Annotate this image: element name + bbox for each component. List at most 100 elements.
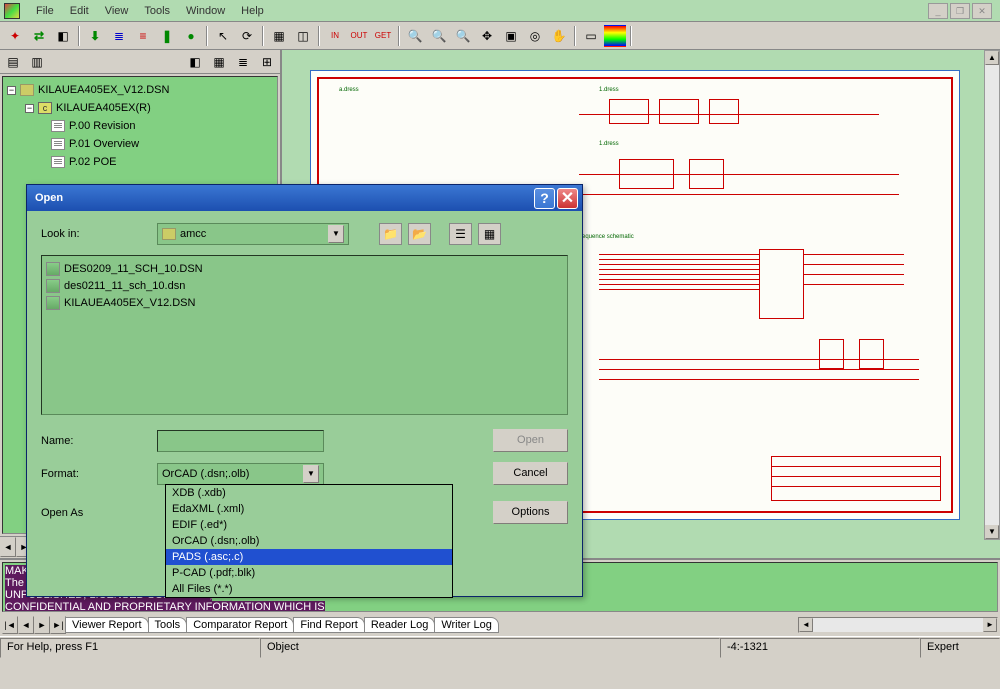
sidebar-tool-icon[interactable]: ≣ bbox=[232, 51, 254, 73]
dropdown-item[interactable]: XDB (.xdb) bbox=[166, 485, 452, 501]
log-hscrollbar[interactable]: ◄ ► bbox=[798, 617, 998, 633]
tab-first-icon[interactable]: |◄ bbox=[2, 616, 18, 634]
dropdown-item[interactable]: EdaXML (.xml) bbox=[166, 501, 452, 517]
tab-scroll-left[interactable]: ◄ bbox=[0, 537, 16, 557]
view-details-button[interactable]: ▦ bbox=[478, 223, 501, 245]
tree-root-label[interactable]: KILAUEA405EX_V12.DSN bbox=[38, 84, 169, 96]
file-item[interactable]: KILAUEA405EX_V12.DSN bbox=[46, 294, 563, 311]
up-folder-button[interactable]: 📁 bbox=[379, 223, 402, 245]
app-icon bbox=[4, 3, 20, 19]
open-button[interactable]: Open bbox=[493, 429, 568, 452]
zoom-out-icon[interactable]: 🔍 bbox=[428, 25, 450, 47]
sidebar-tool-icon[interactable]: ▤ bbox=[2, 51, 24, 73]
scroll-down-icon[interactable]: ▼ bbox=[985, 525, 999, 539]
grid-icon[interactable]: ▦ bbox=[268, 25, 290, 47]
sidebar-tool-icon[interactable]: ◧ bbox=[184, 51, 206, 73]
format-combo[interactable]: OrCAD (.dsn;.olb) ▼ bbox=[157, 463, 324, 485]
tab-writer-log[interactable]: Writer Log bbox=[434, 617, 499, 633]
collapse-icon[interactable]: − bbox=[25, 104, 34, 113]
look-in-combo[interactable]: amcc ▼ bbox=[157, 223, 349, 245]
cancel-button[interactable]: Cancel bbox=[493, 462, 568, 485]
zoom-fit-icon[interactable]: 🔍 bbox=[452, 25, 474, 47]
close-button[interactable]: ✕ bbox=[557, 188, 578, 209]
sch-annotation: 1.dress bbox=[599, 87, 619, 93]
tab-comparator-report[interactable]: Comparator Report bbox=[186, 617, 294, 633]
tab-reader-log[interactable]: Reader Log bbox=[364, 617, 436, 633]
maximize-button[interactable]: ❐ bbox=[950, 3, 970, 19]
tab-find-report[interactable]: Find Report bbox=[293, 617, 364, 633]
menu-file[interactable]: File bbox=[28, 3, 62, 19]
menu-window[interactable]: Window bbox=[178, 3, 233, 19]
name-input[interactable] bbox=[157, 430, 324, 452]
tool-icon[interactable]: ▭ bbox=[580, 25, 602, 47]
format-dropdown[interactable]: XDB (.xdb) EdaXML (.xml) EDIF (.ed*) OrC… bbox=[165, 484, 453, 598]
sidebar-tool-icon[interactable]: ⊞ bbox=[256, 51, 278, 73]
refresh-icon[interactable]: ⟳ bbox=[236, 25, 258, 47]
dropdown-item[interactable]: P-CAD (.pdf;.blk) bbox=[166, 565, 452, 581]
dropdown-item[interactable]: EDIF (.ed*) bbox=[166, 517, 452, 533]
get-icon[interactable]: GET bbox=[372, 25, 394, 47]
file-list[interactable]: DES0209_11_SCH_10.DSN des0211_11_sch_10.… bbox=[41, 255, 568, 415]
close-window-button[interactable]: ✕ bbox=[972, 3, 992, 19]
dialog-title: Open bbox=[31, 192, 532, 204]
page-icon bbox=[51, 120, 65, 132]
help-button[interactable]: ? bbox=[534, 188, 555, 209]
tab-last-icon[interactable]: ►| bbox=[50, 616, 66, 634]
open-as-label: Open As bbox=[41, 507, 129, 519]
sidebar-tool-icon[interactable]: ▥ bbox=[26, 51, 48, 73]
zoom-in-icon[interactable]: 🔍 bbox=[404, 25, 426, 47]
chevron-down-icon[interactable]: ▼ bbox=[328, 225, 344, 243]
tool-icon[interactable]: ◎ bbox=[524, 25, 546, 47]
sch-annotation: a.dress bbox=[339, 87, 359, 93]
chevron-down-icon[interactable]: ▼ bbox=[303, 465, 319, 483]
menu-help[interactable]: Help bbox=[233, 3, 272, 19]
open-dialog: Open ? ✕ Look in: amcc ▼ 📁 📂 ☰ ▦ DES0209… bbox=[26, 184, 583, 597]
options-button[interactable]: Options bbox=[493, 501, 568, 524]
in-icon[interactable]: IN bbox=[324, 25, 346, 47]
design-icon: c bbox=[38, 102, 52, 114]
tool-icon[interactable]: ◫ bbox=[292, 25, 314, 47]
tab-tools[interactable]: Tools bbox=[148, 617, 188, 633]
collapse-icon[interactable]: − bbox=[7, 86, 16, 95]
file-item[interactable]: DES0209_11_SCH_10.DSN bbox=[46, 260, 563, 277]
tool-icon[interactable] bbox=[604, 25, 626, 47]
scroll-up-icon[interactable]: ▲ bbox=[985, 51, 999, 65]
menu-tools[interactable]: Tools bbox=[136, 3, 178, 19]
tool-icon[interactable]: ▣ bbox=[500, 25, 522, 47]
move-icon[interactable]: ✥ bbox=[476, 25, 498, 47]
tree-page[interactable]: P.00 Revision bbox=[69, 120, 135, 132]
dialog-titlebar[interactable]: Open ? ✕ bbox=[27, 185, 582, 211]
tool-icon[interactable]: ⬇ bbox=[84, 25, 106, 47]
tree-page[interactable]: P.02 POE bbox=[69, 156, 117, 168]
file-item[interactable]: des0211_11_sch_10.dsn bbox=[46, 277, 563, 294]
menu-edit[interactable]: Edit bbox=[62, 3, 97, 19]
dropdown-item[interactable]: OrCAD (.dsn;.olb) bbox=[166, 533, 452, 549]
menu-view[interactable]: View bbox=[97, 3, 137, 19]
tool-icon[interactable]: ≡ bbox=[132, 25, 154, 47]
sidebar-tool-icon[interactable]: ▦ bbox=[208, 51, 230, 73]
scroll-left-icon[interactable]: ◄ bbox=[799, 618, 813, 632]
tool-icon[interactable]: ● bbox=[180, 25, 202, 47]
pointer-icon[interactable]: ↖ bbox=[212, 25, 234, 47]
dropdown-item-selected[interactable]: PADS (.asc;.c) bbox=[166, 549, 452, 565]
tool-icon[interactable]: ❚ bbox=[156, 25, 178, 47]
scroll-right-icon[interactable]: ► bbox=[983, 618, 997, 632]
dropdown-item[interactable]: All Files (*.*) bbox=[166, 581, 452, 597]
sidebar-toolbar: ▤ ▥ ◧ ▦ ≣ ⊞ bbox=[0, 50, 280, 74]
tab-next-icon[interactable]: ► bbox=[34, 616, 50, 634]
view-list-button[interactable]: ☰ bbox=[449, 223, 472, 245]
vertical-scrollbar[interactable]: ▲ ▼ bbox=[984, 50, 1000, 540]
out-icon[interactable]: OUT bbox=[348, 25, 370, 47]
toolbar: ✦ ⇄ ◧ ⬇ ≣ ≡ ❚ ● ↖ ⟳ ▦ ◫ IN OUT GET 🔍 🔍 🔍… bbox=[0, 22, 1000, 50]
pan-icon[interactable]: ✋ bbox=[548, 25, 570, 47]
tab-prev-icon[interactable]: ◄ bbox=[18, 616, 34, 634]
tool-icon[interactable]: ✦ bbox=[4, 25, 26, 47]
tool-icon[interactable]: ≣ bbox=[108, 25, 130, 47]
tool-icon[interactable]: ⇄ bbox=[28, 25, 50, 47]
tool-icon[interactable]: ◧ bbox=[52, 25, 74, 47]
new-folder-button[interactable]: 📂 bbox=[408, 223, 431, 245]
tree-page[interactable]: P.01 Overview bbox=[69, 138, 139, 150]
minimize-button[interactable]: _ bbox=[928, 3, 948, 19]
tree-design-label[interactable]: KILAUEA405EX(R) bbox=[56, 102, 151, 114]
tab-viewer-report[interactable]: Viewer Report bbox=[65, 617, 149, 633]
